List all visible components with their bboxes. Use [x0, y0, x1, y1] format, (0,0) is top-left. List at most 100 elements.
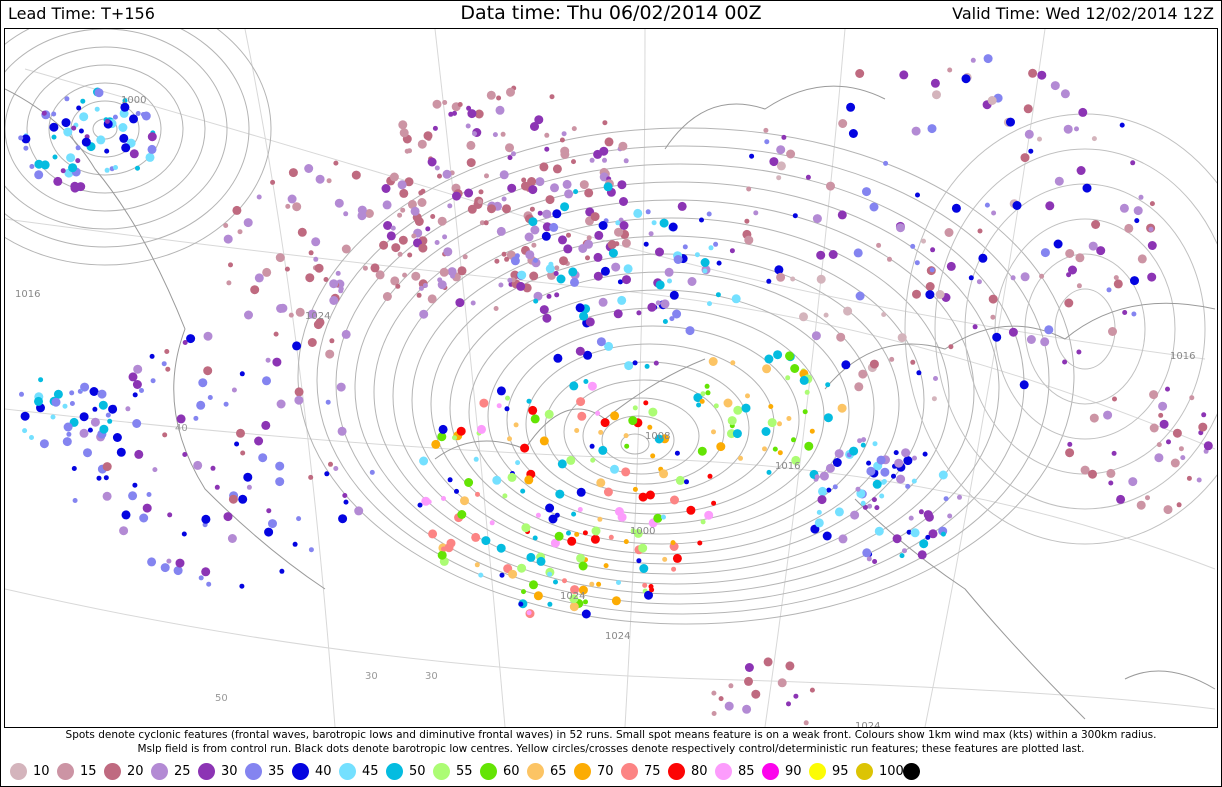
feature-spot — [727, 416, 737, 426]
feature-spot — [362, 265, 368, 271]
feature-spot — [442, 100, 448, 105]
map-canvas: 1000 1016 1024 1024 1008 1016 1024 1016 1000 1024… — [5, 29, 1217, 727]
legend-swatch — [668, 762, 685, 780]
feature-spot — [1186, 475, 1192, 481]
feature-spot — [1096, 246, 1106, 256]
feature-spot — [602, 157, 607, 163]
feature-spot — [569, 381, 579, 391]
feature-spot — [929, 267, 935, 273]
feature-spot — [447, 203, 453, 209]
feature-spot — [785, 661, 795, 671]
feature-spot — [71, 125, 77, 131]
feature-spot — [41, 110, 47, 116]
feature-spot — [442, 169, 452, 179]
feature-spot — [410, 206, 420, 216]
feature-spot — [132, 380, 142, 389]
feature-spot — [422, 283, 428, 288]
feature-spot — [452, 191, 461, 201]
feature-spot — [63, 422, 73, 432]
feature-spot — [545, 195, 555, 205]
feature-spot — [659, 469, 669, 479]
mslp-isobars — [5, 29, 1217, 625]
feature-spot — [677, 201, 687, 211]
legend-swatch — [339, 762, 356, 780]
feature-spot — [92, 406, 98, 412]
feature-spot — [883, 160, 889, 166]
feature-spot — [78, 128, 84, 134]
feature-spot — [502, 493, 508, 499]
feature-spot — [1020, 272, 1030, 282]
feature-spot — [505, 143, 514, 153]
feature-spot — [528, 185, 538, 195]
feature-spot — [1088, 469, 1097, 479]
feature-spot — [147, 557, 157, 567]
feature-spot — [465, 123, 471, 129]
feature-spot — [893, 450, 899, 456]
feature-spot — [910, 359, 916, 365]
feature-spot — [313, 256, 319, 262]
feature-spot — [590, 534, 600, 544]
isobar-label: 1016 — [1170, 351, 1195, 362]
feature-spot — [792, 213, 798, 219]
feature-spot — [644, 363, 650, 369]
feature-spot — [899, 553, 905, 559]
feature-spot — [849, 446, 859, 456]
feature-spot — [203, 331, 213, 341]
feature-spot — [705, 390, 711, 396]
feature-spot — [64, 96, 70, 102]
feature-spot — [1119, 122, 1125, 128]
feature-spot — [645, 209, 651, 215]
feature-spot — [275, 477, 285, 487]
feature-spot — [623, 158, 629, 164]
feature-spot — [370, 263, 380, 273]
feature-spot — [51, 111, 57, 117]
feature-spot — [772, 446, 778, 452]
feature-spot — [329, 279, 339, 289]
feature-spot — [869, 359, 879, 369]
feature-spot — [53, 176, 63, 186]
feature-spot — [1091, 136, 1097, 142]
feature-spot — [97, 389, 107, 399]
feature-spot — [579, 180, 589, 190]
feature-spot — [799, 375, 809, 385]
feature-spot — [728, 683, 734, 689]
feature-spot — [619, 221, 629, 230]
map-panel[interactable]: 1000 1016 1024 1024 1008 1016 1024 1016 1000 1024… — [4, 28, 1218, 728]
feature-spot — [643, 400, 649, 406]
feature-spot — [535, 177, 545, 187]
feature-spot — [486, 90, 496, 100]
feature-spot — [471, 532, 481, 542]
feature-spot — [419, 456, 429, 466]
wind-speed-legend: 10 15 20 25 30 35 40 45 50 55 60 65 70 75 80 85 90 95 100 — [4, 758, 1216, 784]
feature-spot — [325, 399, 331, 405]
feature-spot — [718, 696, 724, 702]
feature-spot — [1130, 276, 1139, 286]
feature-spot — [571, 511, 577, 517]
feature-spot — [619, 197, 628, 206]
feature-spot — [571, 159, 576, 165]
feature-spot — [262, 376, 271, 386]
feature-spot — [1124, 223, 1134, 233]
feature-spot — [80, 382, 90, 392]
feature-spot — [919, 539, 929, 549]
feature-spot — [562, 179, 572, 189]
feature-spot — [590, 212, 600, 222]
feature-spot — [333, 160, 339, 166]
feature-spot — [152, 467, 158, 473]
feature-spot — [1106, 287, 1112, 293]
feature-spot — [496, 386, 506, 396]
feature-spot — [1010, 275, 1016, 281]
isobar — [335, 163, 1025, 605]
feature-spot — [927, 124, 937, 134]
feature-spot — [862, 187, 871, 197]
feature-spot — [970, 57, 976, 63]
feature-spot — [1128, 477, 1138, 487]
feature-spot — [112, 114, 118, 120]
legend-item: 10 — [4, 758, 51, 784]
feature-spot — [1103, 410, 1113, 420]
feature-spot — [426, 499, 432, 505]
legend-item — [897, 758, 944, 784]
feature-spot — [1116, 494, 1126, 504]
feature-spot — [1040, 337, 1050, 347]
feature-spot — [670, 495, 679, 505]
